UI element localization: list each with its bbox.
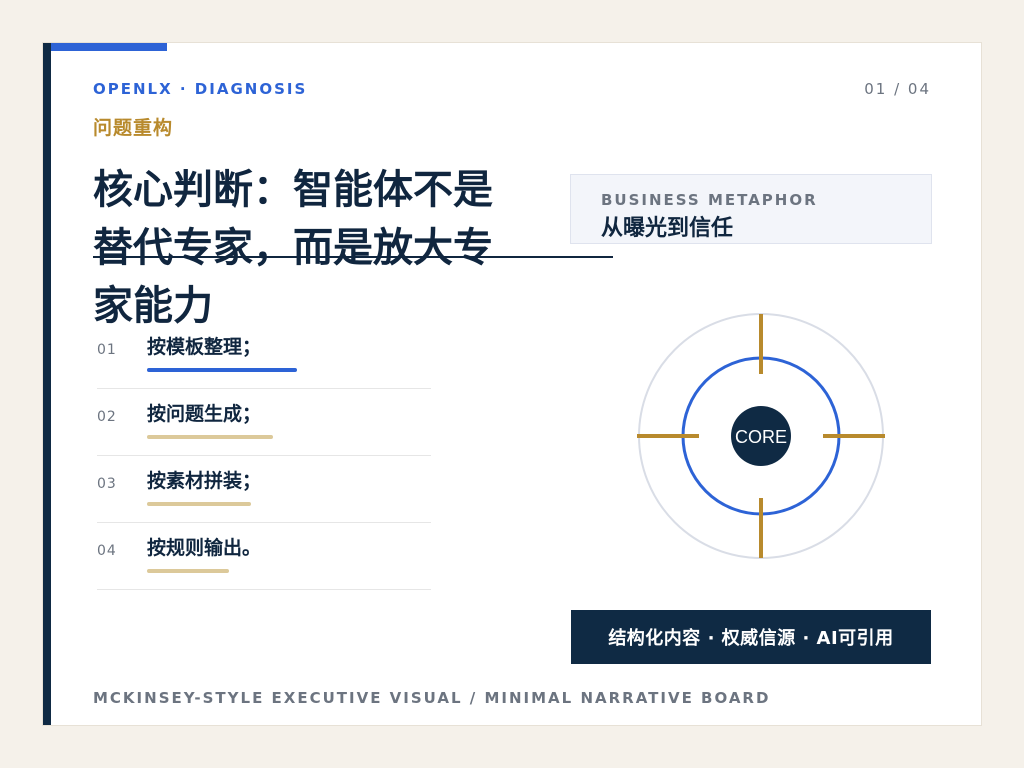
step-text: 按问题生成； — [147, 403, 262, 425]
step-text: 按模板整理； — [147, 336, 262, 358]
core-target-diagram: CORE — [629, 306, 889, 566]
kicker-label: OPENLX · DIAGNOSIS — [93, 80, 308, 98]
page-title: 核心判断：智能体不是替代专家，而是放大专家能力 — [93, 167, 493, 329]
step-underline — [147, 569, 229, 573]
step-number: 04 — [97, 543, 117, 559]
step-number: 02 — [97, 409, 117, 425]
metaphor-eyebrow: BUSINESS METAPHOR — [601, 191, 818, 209]
step-underline — [147, 435, 273, 439]
narrative-board: OPENLX · DIAGNOSIS 问题重构 01 / 04 核心判断：智能体… — [42, 42, 982, 726]
key-message-banner: 结构化内容 · 权威信源 · AI可引用 — [571, 610, 931, 664]
metaphor-card: BUSINESS METAPHOR 从曝光到信任 — [570, 174, 932, 244]
step-text: 按规则输出。 — [147, 537, 262, 559]
top-accent-bar — [51, 43, 167, 51]
step-underline — [147, 502, 251, 506]
list-item: 03 按素材拼装； — [97, 456, 431, 523]
left-accent-rule — [43, 43, 51, 725]
step-list: 01 按模板整理； 02 按问题生成； 03 按素材拼装； 04 按规则输出。 — [97, 322, 431, 590]
step-number: 01 — [97, 342, 117, 358]
page-indicator: 01 / 04 — [864, 80, 931, 98]
core-label: CORE — [735, 427, 787, 447]
footer-caption: MCKINSEY-STYLE EXECUTIVE VISUAL / MINIMA… — [93, 689, 771, 707]
step-number: 03 — [97, 476, 117, 492]
headline-strike-line — [93, 256, 613, 258]
list-item: 02 按问题生成； — [97, 389, 431, 456]
section-label: 问题重构 — [93, 117, 174, 139]
step-text: 按素材拼装； — [147, 470, 262, 492]
step-underline — [147, 368, 297, 372]
list-item: 04 按规则输出。 — [97, 523, 431, 590]
list-item: 01 按模板整理； — [97, 322, 431, 389]
metaphor-title: 从曝光到信任 — [601, 216, 734, 241]
